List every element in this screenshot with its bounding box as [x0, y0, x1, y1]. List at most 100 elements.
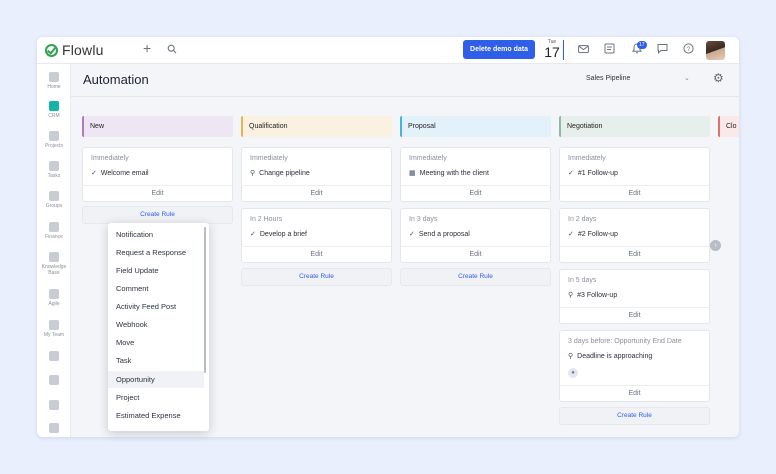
- menu-item-request-a-response[interactable]: Request a Response: [108, 244, 204, 261]
- rule-action-label: Meeting with the client: [419, 170, 489, 177]
- create-rule-button[interactable]: Create Rule: [559, 407, 710, 425]
- sidebar-item-home[interactable]: Home: [37, 72, 71, 90]
- edit-button[interactable]: Edit: [560, 385, 709, 401]
- rule-card[interactable]: In 3 days ✓ Send a proposal Edit: [400, 208, 551, 263]
- rule-card[interactable]: Immediately ✓ Welcome email Edit: [82, 147, 233, 202]
- stage-header: Proposal: [400, 116, 551, 137]
- rule-card[interactable]: In 2 Hours ✓ Develop a brief Edit: [241, 208, 392, 263]
- scroll-right-chevron-icon[interactable]: ›: [710, 240, 721, 251]
- edit-button[interactable]: Edit: [401, 246, 550, 262]
- menu-item-opportunity[interactable]: Opportunity: [108, 371, 204, 388]
- chat-icon[interactable]: [657, 43, 668, 57]
- stage-header: Negotiation: [559, 116, 710, 137]
- rule-trigger: Immediately: [568, 155, 606, 162]
- edit-button[interactable]: Edit: [560, 246, 709, 262]
- rule-action: ✓ Send a proposal: [409, 230, 470, 238]
- menu-item-notification[interactable]: Notification: [108, 226, 204, 243]
- rule-action-label: #1 Follow-up: [577, 170, 618, 177]
- stage-header: Qualification: [241, 116, 392, 137]
- menu-item-task[interactable]: Task: [108, 352, 204, 369]
- logo-check-icon: [45, 43, 58, 57]
- sidebar: Home CRM Projects Tasks Groups Finance K…: [37, 64, 71, 437]
- refresh-icon: [49, 375, 59, 385]
- rule-action-label: #2 Follow-up: [577, 231, 618, 238]
- menu-item-activity-feed-post[interactable]: Activity Feed Post: [108, 298, 204, 315]
- apps-icon: [49, 423, 59, 433]
- rule-action: ⚲ Deadline is approaching: [568, 352, 652, 360]
- rule-action: ⚲ Change pipeline: [250, 169, 310, 177]
- menu-item-project[interactable]: Project: [108, 389, 204, 406]
- mail-icon[interactable]: [578, 43, 589, 57]
- rule-card[interactable]: In 2 days ✓ #2 Follow-up Edit: [559, 208, 710, 263]
- rule-trigger: 3 days before: Opportunity End Date: [568, 338, 682, 345]
- my-team-icon: [49, 320, 59, 330]
- rule-action-label: Develop a brief: [259, 231, 307, 238]
- sidebar-item-projects[interactable]: Projects: [37, 131, 71, 149]
- delete-demo-data-button[interactable]: Delete demo data: [463, 40, 535, 59]
- chevron-down-icon[interactable]: ⌄: [684, 74, 690, 82]
- dropdown-scrollbar[interactable]: [204, 227, 206, 373]
- sidebar-item-finance[interactable]: Finance: [37, 222, 71, 240]
- edit-button[interactable]: Edit: [560, 185, 709, 201]
- top-bar: Flowlu + Delete demo data Tue 17 17 ?: [37, 37, 739, 64]
- stage-column-negotiation: Negotiation Immediately ✓ #1 Follow-up Ed…: [559, 116, 710, 425]
- rule-action: ✓ Develop a brief: [250, 230, 307, 238]
- tasks-icon[interactable]: [604, 43, 615, 57]
- stage-header: New: [82, 116, 233, 137]
- rule-trigger: Immediately: [250, 155, 288, 162]
- header-divider: [71, 96, 739, 97]
- create-rule-button[interactable]: Create Rule: [241, 268, 392, 286]
- sidebar-item-crm[interactable]: CRM: [37, 101, 71, 119]
- edit-button[interactable]: Edit: [83, 185, 232, 201]
- sidebar-item-label: My Team: [43, 332, 65, 338]
- sidebar-item-my-team[interactable]: My Team: [37, 320, 71, 338]
- settings-icon: [49, 400, 59, 410]
- menu-item-webhook[interactable]: Webhook: [108, 316, 204, 333]
- rule-trigger: Immediately: [409, 155, 447, 162]
- rule-action-label: #3 Follow-up: [577, 292, 618, 299]
- search-icon[interactable]: [167, 43, 177, 57]
- menu-item-move[interactable]: Move: [108, 334, 204, 351]
- edit-button[interactable]: Edit: [242, 246, 391, 262]
- sidebar-item-groups[interactable]: Groups: [37, 191, 71, 209]
- pipeline-select[interactable]: Sales Pipeline: [586, 75, 630, 82]
- menu-item-comment[interactable]: Comment: [108, 280, 204, 297]
- check-icon: ✓: [91, 170, 97, 177]
- sidebar-item-apps[interactable]: [37, 423, 71, 433]
- action-type-dropdown: Notification Request a Response Field Up…: [108, 223, 209, 431]
- sidebar-item-tasks[interactable]: Tasks: [37, 161, 71, 179]
- add-icon[interactable]: +: [143, 41, 151, 55]
- menu-item-estimated-expense[interactable]: Estimated Expense: [108, 407, 204, 424]
- calendar-icon: ▦: [409, 170, 416, 177]
- gear-icon[interactable]: ⚙: [713, 71, 724, 85]
- rule-card[interactable]: In 5 days ⚲ #3 Follow-up Edit: [559, 269, 710, 324]
- sidebar-item-agile[interactable]: Agile: [37, 289, 71, 307]
- knowledge-base-icon: [49, 252, 59, 262]
- date-widget[interactable]: Tue 17: [541, 39, 563, 60]
- sidebar-item-knowledge-base[interactable]: Knowledge Base: [37, 252, 71, 276]
- sidebar-item-label: Finance: [45, 234, 63, 240]
- edit-button[interactable]: Edit: [401, 185, 550, 201]
- edit-button[interactable]: Edit: [560, 307, 709, 323]
- bell-icon: ⚲: [250, 170, 256, 177]
- create-rule-button[interactable]: Create Rule: [400, 268, 551, 286]
- stage-column-closed: Clo Im ⚲ ●: [718, 116, 739, 137]
- sidebar-item-refresh[interactable]: [37, 375, 71, 385]
- rule-card[interactable]: Immediately ▦ Meeting with the client Edi…: [400, 147, 551, 202]
- sidebar-item-chat[interactable]: [37, 351, 71, 361]
- page-title: Automation: [83, 72, 149, 87]
- help-icon[interactable]: ?: [683, 43, 694, 57]
- rule-card[interactable]: 3 days before: Opportunity End Date ⚲ Dea…: [559, 330, 710, 402]
- edit-button[interactable]: Edit: [242, 185, 391, 201]
- user-avatar[interactable]: [706, 41, 725, 60]
- date-divider: [563, 40, 564, 60]
- menu-item-field-update[interactable]: Field Update: [108, 262, 204, 279]
- rule-trigger: Immediately: [91, 155, 129, 162]
- app-name: Flowlu: [62, 42, 104, 58]
- logo[interactable]: Flowlu: [45, 42, 104, 58]
- create-rule-button[interactable]: Create Rule: [82, 206, 233, 224]
- rule-card[interactable]: Immediately ⚲ Change pipeline Edit: [241, 147, 392, 202]
- sidebar-item-label: Projects: [44, 143, 64, 149]
- sidebar-item-settings[interactable]: [37, 400, 71, 410]
- rule-card[interactable]: Immediately ✓ #1 Follow-up Edit: [559, 147, 710, 202]
